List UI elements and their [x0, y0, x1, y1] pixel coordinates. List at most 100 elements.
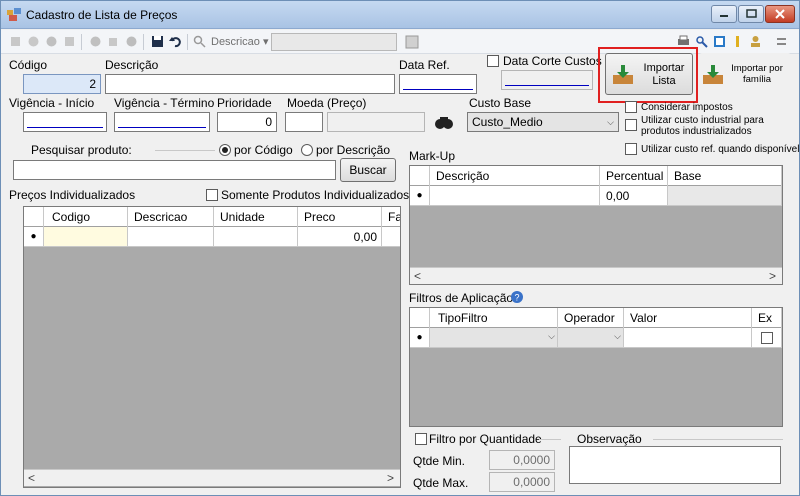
- prioridade-field[interactable]: 0: [217, 112, 277, 132]
- scroll-left-icon[interactable]: <: [28, 471, 35, 485]
- data-corte-field[interactable]: [501, 70, 593, 90]
- descricao-label: Descrição: [105, 58, 159, 72]
- help-icon[interactable]: ?: [511, 291, 523, 303]
- observacao-group-line: [653, 439, 783, 440]
- col-markup-descricao[interactable]: Descrição: [430, 166, 600, 186]
- observacao-field[interactable]: [569, 446, 781, 484]
- somente-checkbox[interactable]: [206, 189, 218, 201]
- descricao-field[interactable]: [105, 74, 395, 94]
- scroll-right-icon[interactable]: >: [387, 471, 394, 485]
- search-icon[interactable]: [193, 35, 206, 48]
- info-icon[interactable]: [731, 35, 744, 48]
- list-icon[interactable]: [63, 35, 76, 48]
- col-valor[interactable]: Valor: [624, 308, 752, 328]
- close-button[interactable]: [765, 5, 795, 23]
- vigencia-inicio-label: Vigência - Início: [9, 96, 95, 110]
- col-unidade[interactable]: Unidade: [214, 207, 298, 227]
- col-operador[interactable]: Operador: [558, 308, 624, 328]
- table-row[interactable]: ● 0,00: [24, 227, 400, 247]
- moeda-code-field[interactable]: [285, 112, 323, 132]
- markup-grid[interactable]: Descrição Percentual Base ● 0,00 < >: [409, 165, 783, 285]
- col-descricao[interactable]: Descricao: [128, 207, 214, 227]
- precos-title: Preços Individualizados: [9, 188, 136, 202]
- cell-preco[interactable]: 0,00: [298, 227, 382, 246]
- moeda-desc-field: [327, 112, 425, 132]
- cell-base[interactable]: [668, 186, 782, 205]
- toolbar-search-input[interactable]: [271, 33, 397, 51]
- ex-checkbox[interactable]: [761, 332, 773, 344]
- por-codigo-label: por Código: [234, 143, 293, 157]
- col-tipofiltro[interactable]: TipoFiltro: [430, 308, 558, 328]
- filtros-grid[interactable]: TipoFiltro Operador Valor Ex ● ⌵ ⌵: [409, 307, 783, 427]
- qtde-min-field[interactable]: 0,0000: [489, 450, 555, 470]
- cell-percentual[interactable]: 0,00: [600, 186, 668, 205]
- importar-familia-label: Importar por família: [731, 63, 783, 85]
- custo-industrial-checkbox[interactable]: [625, 119, 637, 131]
- vigencia-termino-field[interactable]: [114, 112, 210, 132]
- cell-codigo[interactable]: [44, 227, 128, 246]
- cell-descricao[interactable]: [128, 227, 214, 246]
- markup-hscrollbar[interactable]: < >: [410, 267, 782, 284]
- considerar-impostos-label: Considerar impostos: [641, 102, 733, 113]
- filtro-quantidade-checkbox[interactable]: [415, 433, 427, 445]
- cell-markup-descricao[interactable]: [430, 186, 600, 205]
- undo-icon[interactable]: [169, 35, 182, 48]
- markup-title: Mark-Up: [409, 149, 456, 163]
- data-ref-field[interactable]: [399, 74, 477, 94]
- filtros-header: TipoFiltro Operador Valor Ex: [410, 308, 782, 328]
- find-icon[interactable]: [405, 35, 419, 49]
- scroll-left-icon[interactable]: <: [414, 269, 421, 283]
- col-preco[interactable]: Preco: [298, 207, 382, 227]
- codigo-field[interactable]: 2: [23, 74, 101, 94]
- minimize-button[interactable]: [711, 5, 737, 23]
- main-window: Cadastro de Lista de Preços Descricao ▾ …: [0, 0, 800, 496]
- search-field-selector[interactable]: Descricao ▾: [211, 35, 268, 48]
- web-icon[interactable]: [713, 35, 726, 48]
- refresh-icon[interactable]: [45, 35, 58, 48]
- minimize-icon: [720, 15, 728, 17]
- col-ex[interactable]: Ex: [752, 308, 782, 328]
- row-indicator-icon: ●: [410, 186, 430, 205]
- cell-valor[interactable]: [624, 328, 752, 347]
- delete-icon[interactable]: [125, 35, 138, 48]
- col-codigo[interactable]: Codigo: [44, 207, 128, 227]
- operador-select[interactable]: ⌵: [558, 328, 624, 347]
- pesquisar-input[interactable]: [13, 160, 336, 180]
- por-codigo-radio[interactable]: [219, 144, 231, 156]
- cell-fa[interactable]: [382, 227, 400, 246]
- col-percentual[interactable]: Percentual: [600, 166, 668, 186]
- qtde-max-field[interactable]: 0,0000: [489, 472, 555, 492]
- custo-ref-checkbox[interactable]: [625, 143, 637, 155]
- custo-base-select[interactable]: Custo_Medio ⌵: [467, 112, 619, 132]
- new-icon[interactable]: [9, 35, 22, 48]
- scroll-right-icon[interactable]: >: [769, 269, 776, 283]
- save-icon[interactable]: [151, 35, 164, 48]
- record-icon[interactable]: [27, 35, 40, 48]
- edit-icon[interactable]: [107, 35, 120, 48]
- cell-unidade[interactable]: [214, 227, 298, 246]
- close-icon: [775, 9, 785, 19]
- filtros-title: Filtros de Aplicação: [409, 291, 514, 305]
- table-row[interactable]: ● ⌵ ⌵: [410, 328, 782, 348]
- tipofiltro-select[interactable]: ⌵: [430, 328, 558, 347]
- moeda-lookup-button[interactable]: [431, 109, 457, 133]
- maximize-button[interactable]: [738, 5, 764, 23]
- codigo-label: Código: [9, 58, 48, 72]
- col-fa[interactable]: Fa: [382, 207, 400, 227]
- add-icon[interactable]: [89, 35, 102, 48]
- menu-icon[interactable]: [775, 35, 788, 48]
- data-corte-label: Data Corte Custos: [503, 54, 602, 68]
- data-ref-label: Data Ref.: [399, 58, 450, 72]
- importar-familia-button[interactable]: Importar por família: [699, 53, 791, 95]
- user-icon[interactable]: [749, 35, 762, 48]
- buscar-button[interactable]: Buscar: [340, 158, 396, 182]
- vigencia-inicio-field[interactable]: [23, 112, 107, 132]
- considerar-impostos-checkbox[interactable]: [625, 101, 637, 113]
- precos-hscrollbar[interactable]: < >: [24, 469, 400, 486]
- col-base[interactable]: Base: [668, 166, 782, 186]
- data-corte-checkbox[interactable]: [487, 55, 499, 67]
- app-icon: [7, 8, 21, 21]
- por-descricao-radio[interactable]: [301, 144, 313, 156]
- precos-grid[interactable]: Codigo Descricao Unidade Preco Fa ● 0,00…: [23, 206, 401, 488]
- table-row[interactable]: ● 0,00: [410, 186, 782, 206]
